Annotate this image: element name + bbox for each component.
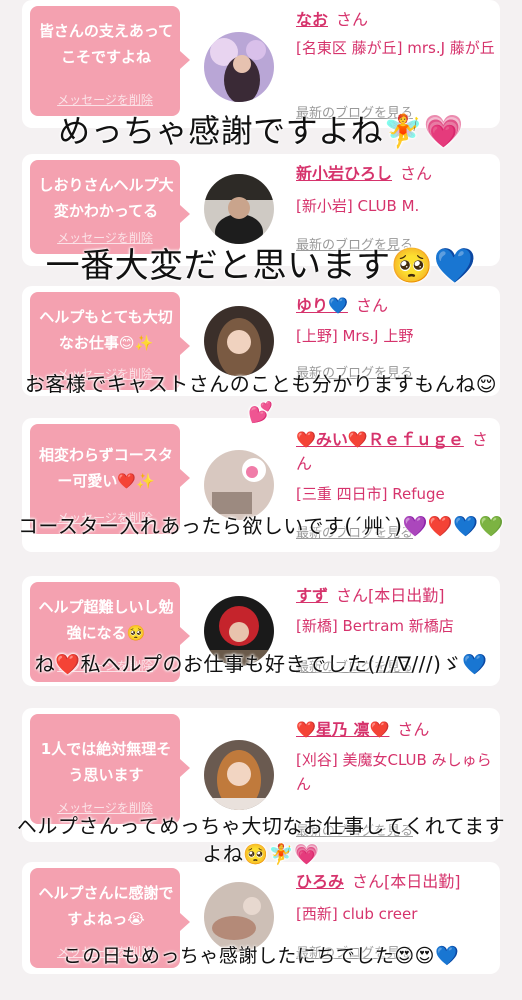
honorific: さん[本日出勤] (352, 872, 461, 891)
avatar[interactable] (204, 306, 274, 376)
message-text: ヘルプ超難しいし勉強になる🥺 (38, 598, 174, 642)
overlay-caption: めっちゃ感謝ですよね🧚💗 (58, 112, 464, 150)
message-text: ヘルプもとても大切なお仕事😊✨ (39, 308, 173, 352)
user-name-row: すず さん[本日出勤] (296, 584, 491, 608)
honorific: さん (336, 10, 369, 29)
shop-info: [刈谷] 美魔女CLUB みしゅらん (296, 751, 492, 793)
delete-message-link[interactable]: メッセージを削除 (30, 91, 180, 108)
user-name-link[interactable]: ❤️みい❤️Ｒｅｆｕｇｅ (296, 430, 464, 449)
user-name-link[interactable]: 新小岩ひろし (296, 164, 392, 183)
overlay-caption: ヘルプさんってめっちゃ大切なお仕事してくれてますよね🥺🧚💗 (16, 814, 506, 866)
message-text: 皆さんの支えあってこそですよね (38, 22, 174, 66)
avatar[interactable] (204, 740, 274, 810)
user-name-link[interactable]: ひろみ (296, 872, 344, 891)
shop-info: [上野] Mrs.J 上野 (296, 327, 414, 345)
avatar[interactable] (204, 32, 274, 102)
honorific: さん[本日出勤] (336, 586, 445, 605)
avatar[interactable] (204, 174, 274, 244)
shop-info: [西新] club creer (296, 905, 418, 923)
message-text: 1人では絶対無理そう思います (40, 740, 172, 784)
avatar[interactable] (204, 450, 274, 520)
user-name-link[interactable]: ゆり💙 (296, 296, 348, 315)
overlay-caption: コースター入れあったら欲しいです(´艸`)💜❤️💙💚 (17, 514, 505, 538)
honorific: さん (400, 164, 433, 183)
user-name-row: ひろみ さん[本日出勤] (296, 870, 491, 894)
message-text: しおりさんヘルプ大変かわかってる (38, 176, 174, 220)
shop-info: [三重 四日市] Refuge (296, 485, 445, 503)
user-name-row: 新小岩ひろし さん (296, 162, 491, 186)
message-card: 皆さんの支えあってこそですよね メッセージを削除 なお さん [名東区 藤が丘] … (22, 0, 500, 128)
overlay-caption: ね❤️私ヘルプのお仕事も好きでした(///∇///)ゞ💙 (34, 652, 488, 676)
overlay-caption: お客様でキャストさんのことも分かりますもんね😌💕 (24, 372, 498, 424)
shop-info: [名東区 藤が丘] mrs.J 藤が丘 (296, 39, 495, 57)
honorific: さん (355, 296, 388, 315)
user-name-row: ゆり💙 さん (296, 294, 491, 318)
user-name-link[interactable]: なお (296, 10, 328, 29)
message-bubble: 1人では絶対無理そう思います メッセージを削除 (30, 714, 190, 824)
user-name-link[interactable]: すず (296, 586, 328, 605)
user-name-row: ❤️星乃 凛❤️ さん (296, 718, 491, 742)
user-name-link[interactable]: ❤️星乃 凛❤️ (296, 720, 389, 739)
message-text: 相変わらずコースター可愛い❤️✨ (39, 446, 173, 490)
message-bubble: 皆さんの支えあってこそですよね メッセージを削除 (30, 6, 190, 116)
user-name-row: なお さん (296, 8, 491, 32)
user-name-row: ❤️みい❤️Ｒｅｆｕｇｅ さん (296, 428, 491, 476)
shop-info: [新橋] Bertram 新橋店 (296, 617, 454, 635)
overlay-caption: 一番大変だと思います🥺💙 (45, 246, 477, 286)
shop-info: [新小岩] CLUB M. (296, 197, 420, 215)
message-bubble: しおりさんヘルプ大変かわかってる メッセージを削除 (30, 160, 190, 254)
overlay-caption: この日もめっちゃ感謝したにちでした😍😍💙 (62, 945, 460, 967)
honorific: さん (397, 720, 430, 739)
message-text: ヘルプさんに感謝ですよねっ😭 (38, 884, 174, 928)
